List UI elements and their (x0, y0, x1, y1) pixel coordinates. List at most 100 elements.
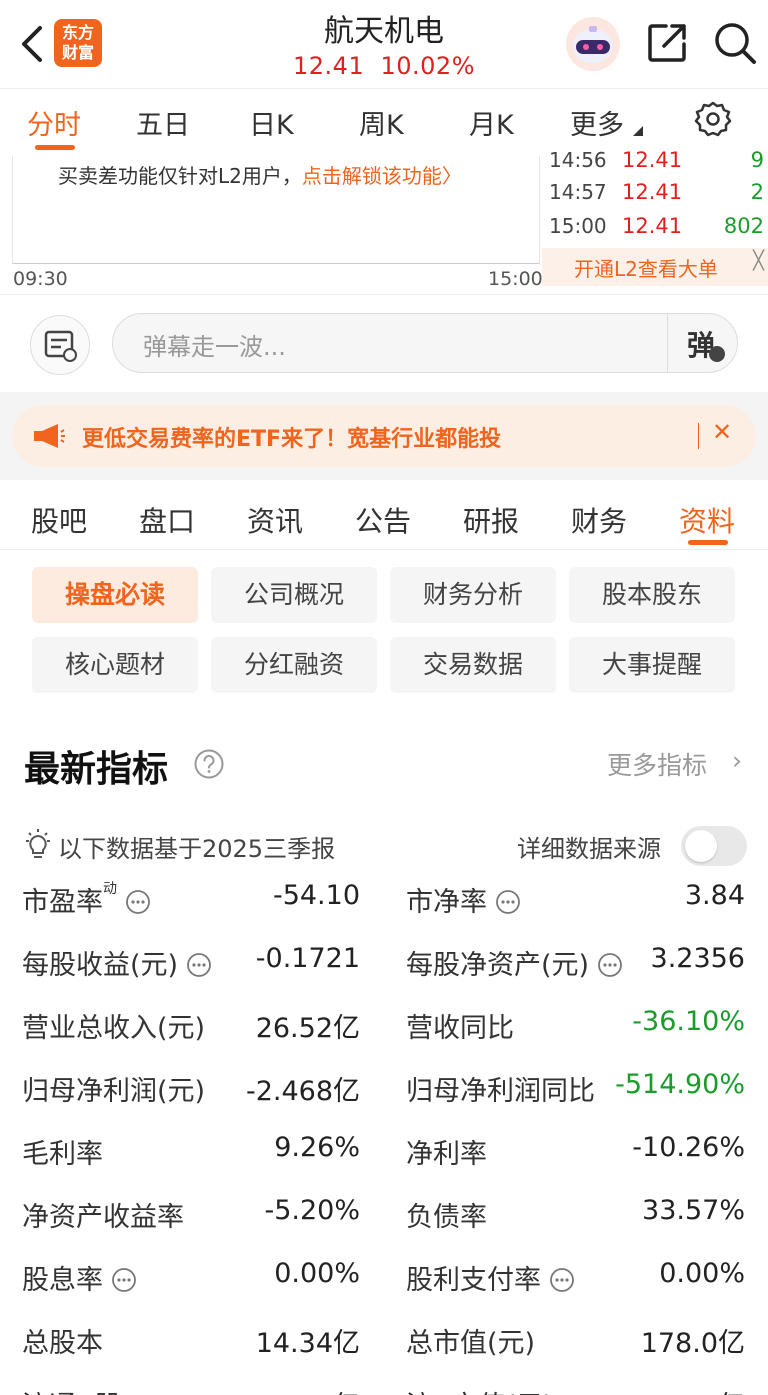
metric-label: 流通A股 (22, 1384, 121, 1395)
app-logo: 东方 财富 (54, 19, 102, 67)
tab-research[interactable]: 研报 (463, 500, 519, 540)
metric-value: -514.90% (615, 1069, 745, 1100)
open-l2-label: 开通L2查看大单 (574, 257, 718, 281)
section-tab-bar: 股吧 盘口 资讯 公告 研报 财务 资料 (0, 480, 768, 550)
current-price: 12.41 (293, 52, 365, 80)
lightbulb-icon (26, 829, 50, 858)
metric-label: 营业总收入(元) (22, 1006, 205, 1045)
metric-label-text: 净利率 (406, 1139, 487, 1170)
tick-time: 15:00 (549, 214, 607, 238)
tick-price: 12.41 (622, 180, 683, 204)
tab-daily-k[interactable]: 日K (249, 103, 294, 142)
more-indicators-link[interactable]: 更多指标 (607, 746, 707, 782)
danmu-list-icon (44, 330, 77, 362)
metric-label-text: 市盈率 (22, 887, 103, 918)
info-ellipsis-icon[interactable] (549, 1267, 575, 1293)
tab-announcements[interactable]: 公告 (355, 500, 411, 540)
info-ellipsis-icon[interactable] (597, 952, 623, 978)
active-tab-indicator (35, 145, 75, 150)
metric-label: 净资产收益率 (22, 1195, 184, 1234)
price-line: 12.41 10.02% (234, 52, 534, 80)
danmu-placeholder: 弹幕走一波... (143, 333, 286, 361)
subtab-events[interactable]: 大事提醒 (569, 637, 735, 693)
tab-finance[interactable]: 财务 (571, 500, 627, 540)
metric-label: 净利率 (406, 1132, 487, 1171)
danmu-input[interactable]: 弹幕走一波... 弹 (112, 313, 738, 373)
metric-value: -36.10% (632, 1006, 745, 1037)
metric-label: 营收同比 (406, 1006, 514, 1045)
megaphone-icon (34, 424, 65, 448)
divider (698, 423, 699, 449)
metric-value: 0.00% (659, 1258, 745, 1289)
share-icon[interactable] (644, 20, 690, 66)
promo-banner[interactable]: 更低交易费率的ETF来了！宽基行业都能投 ✕ (12, 405, 756, 467)
danmu-list-button[interactable] (30, 315, 90, 375)
metric-label: 毛利率 (22, 1132, 103, 1171)
metric-label-text: 股利支付率 (406, 1265, 541, 1296)
tab-weekly-k[interactable]: 周K (359, 103, 404, 142)
header: 东方 财富 航天机电 12.41 10.02% (0, 0, 768, 88)
subtab-trading-data[interactable]: 交易数据 (390, 637, 556, 693)
data-source-label: 详细数据来源 (517, 835, 661, 863)
subtab-dividends[interactable]: 分红融资 (211, 637, 377, 693)
metric-label-superscript: 动 (103, 881, 117, 897)
subtab-company-overview[interactable]: 公司概况 (211, 567, 377, 623)
subtab-core-themes[interactable]: 核心题材 (32, 637, 198, 693)
metric-value: 14.34亿 (256, 1384, 360, 1395)
tab-news[interactable]: 资讯 (247, 500, 303, 540)
metric-label-text: 流通A股 (22, 1391, 121, 1395)
robot-assistant-icon[interactable] (562, 16, 624, 72)
metric-value: 33.57% (642, 1195, 745, 1226)
chevron-right-icon[interactable]: › (732, 746, 742, 775)
metric-label: 市盈率动 (22, 880, 151, 919)
logo-text-line2: 财富 (61, 43, 94, 62)
axis-time-end: 15:00 (488, 268, 543, 290)
tab-five-day[interactable]: 五日 (136, 103, 190, 142)
tab-more[interactable]: 更多 (570, 103, 643, 142)
metric-value: -2.468亿 (245, 1076, 360, 1107)
tab-monthly-k[interactable]: 月K (469, 103, 514, 142)
tick-row: 14:56 12.41 9 (542, 148, 768, 180)
close-icon[interactable]: ╳ (753, 250, 764, 271)
search-icon[interactable] (712, 20, 758, 66)
unlock-l2-link[interactable]: 点击解锁该功能〉 (302, 164, 462, 188)
tab-intraday[interactable]: 分时 (27, 103, 81, 142)
metric-label-text: 归母净利润(元) (22, 1076, 206, 1107)
stock-name: 航天机电 (324, 14, 444, 49)
info-ellipsis-icon[interactable] (495, 889, 521, 915)
metric-label-text: 股息率 (22, 1265, 103, 1296)
info-ellipsis-icon[interactable] (125, 889, 151, 915)
open-l2-banner[interactable]: 开通L2查看大单 ╳ (542, 248, 768, 286)
danmu-off-icon (709, 346, 725, 362)
data-source-toggle[interactable] (681, 826, 747, 866)
metric-label-text: 总股本 (22, 1328, 103, 1359)
help-icon[interactable] (193, 748, 225, 780)
tick-price: 12.41 (622, 148, 683, 172)
tab-pankou[interactable]: 盘口 (139, 500, 195, 540)
logo-text-line1: 东方 (61, 23, 94, 42)
settings-gear-icon[interactable] (694, 100, 732, 138)
tab-guba[interactable]: 股吧 (31, 500, 87, 540)
metric-label-text: 每股收益(元) (22, 950, 179, 981)
subtab-financial-analysis[interactable]: 财务分析 (390, 567, 556, 623)
change-percent: 10.02% (380, 52, 475, 80)
close-icon[interactable]: ✕ (712, 418, 732, 446)
metric-label: 归母净利润(元) (22, 1069, 205, 1108)
info-ellipsis-icon[interactable] (111, 1267, 137, 1293)
metric-label-text: 毛利率 (22, 1139, 103, 1170)
metric-label-text: 营业总收入(元) (22, 1013, 206, 1044)
metric-label-text: 市净率 (406, 887, 487, 918)
metric-value: 0.00% (274, 1258, 360, 1289)
metric-label-text: 归母净利润同比 (406, 1076, 595, 1107)
tick-volume: 9 (750, 148, 764, 172)
tab-more-label: 更多 (570, 110, 624, 141)
tick-row: 15:00 12.41 802 (542, 214, 768, 246)
subtab-must-read[interactable]: 操盘必读 (32, 567, 198, 623)
info-ellipsis-icon[interactable] (186, 952, 212, 978)
subtab-shareholders[interactable]: 股本股东 (569, 567, 735, 623)
tab-profile[interactable]: 资料 (679, 500, 735, 540)
metric-label-text: 总市值(元) (406, 1328, 536, 1359)
tick-volume: 2 (750, 180, 764, 204)
back-arrow-icon[interactable] (12, 22, 52, 66)
axis-time-start: 09:30 (13, 268, 68, 290)
